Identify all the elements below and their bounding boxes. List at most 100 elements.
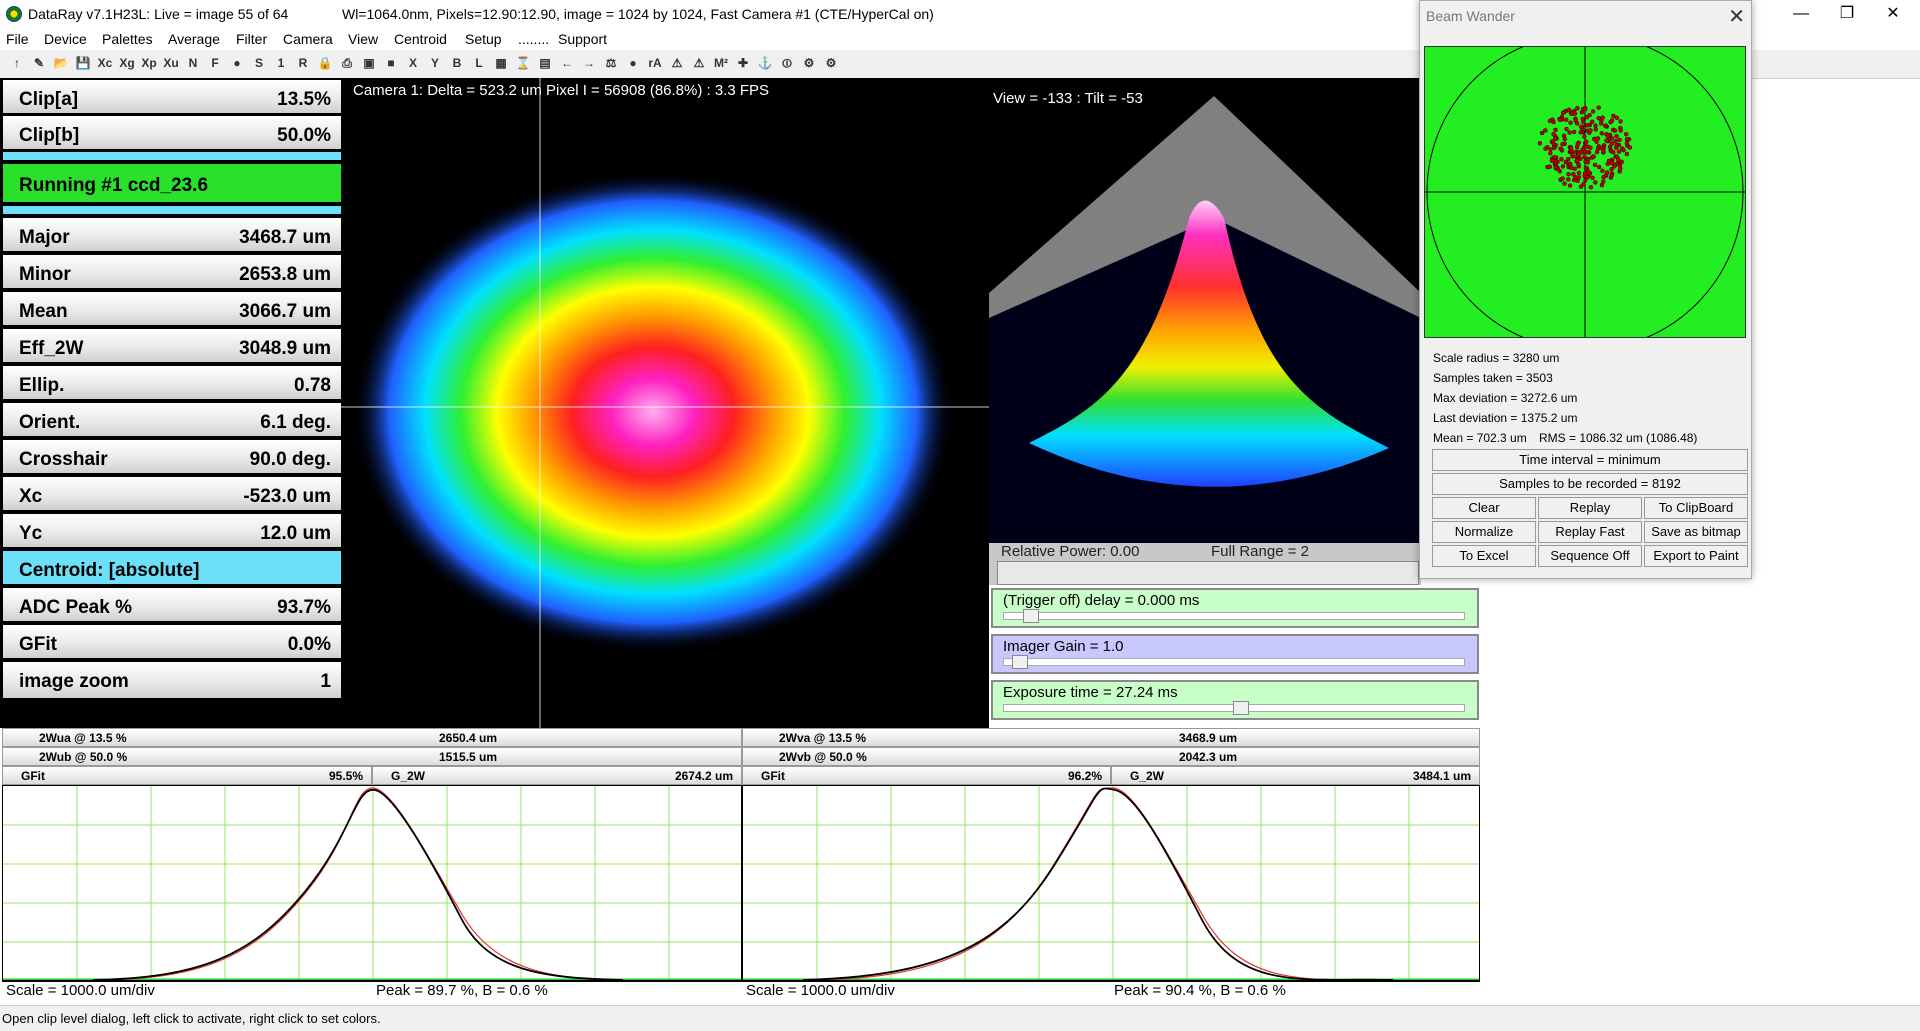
samples-to-record-button[interactable]: Samples to be recorded = 8192 xyxy=(1432,473,1748,495)
toolbar-icon-1[interactable]: ✎ xyxy=(30,54,48,72)
toolbar-icon-11[interactable]: S xyxy=(250,54,268,72)
toolbar-icon-29[interactable]: rA xyxy=(646,54,664,72)
toolbar-icon-25[interactable]: ← xyxy=(558,54,576,72)
toolbar-icon-27[interactable]: ⚖ xyxy=(602,54,620,72)
toolbar-icon-37[interactable]: ⚙ xyxy=(822,54,840,72)
toolbar-icon-4[interactable]: Xc xyxy=(96,54,114,72)
beam-2d-view[interactable]: Camera 1: Delta = 523.2 um Pixel I = 569… xyxy=(341,78,989,728)
beam-wander-window[interactable]: Beam Wander ✕ Scale radius = 3280 um Sam… xyxy=(1419,0,1752,579)
toolbar-icon-22[interactable]: ▦ xyxy=(492,54,510,72)
left-gfit-row[interactable]: GFit 95.5% xyxy=(2,766,372,785)
xc-row[interactable]: Xc -523.0 um xyxy=(3,477,341,512)
ellip-row[interactable]: Ellip. 0.78 xyxy=(3,366,341,401)
toolbar-icon-5[interactable]: Xg xyxy=(118,54,136,72)
toolbar-icon-33[interactable]: ✚ xyxy=(734,54,752,72)
time-interval-button[interactable]: Time interval = minimum xyxy=(1432,449,1748,471)
trigger-slider-thumb[interactable] xyxy=(1023,609,1039,623)
to-clipboard-button[interactable]: To ClipBoard xyxy=(1644,497,1748,519)
toolbar-icon-35[interactable]: ⏼ xyxy=(778,54,796,72)
crosshair-row[interactable]: Crosshair 90.0 deg. xyxy=(3,440,341,475)
yc-row[interactable]: Yc 12.0 um xyxy=(3,514,341,549)
beam-3d-view[interactable]: View = -133 : Tilt = -53 xyxy=(989,78,1421,543)
toolbar-icon-31[interactable]: ⚠ xyxy=(690,54,708,72)
toolbar-icon-18[interactable]: X xyxy=(404,54,422,72)
centroid-row[interactable]: Centroid: [absolute] xyxy=(3,551,341,586)
toolbar-icon-3[interactable]: 💾 xyxy=(74,54,92,72)
menu-palettes[interactable]: Palettes xyxy=(102,31,153,47)
gain-slider-thumb[interactable] xyxy=(1012,655,1029,669)
menu-centroid[interactable]: Centroid xyxy=(394,31,447,47)
toolbar-icon-8[interactable]: N xyxy=(184,54,202,72)
toolbar-icon-16[interactable]: ▣ xyxy=(360,54,378,72)
clear-button[interactable]: Clear xyxy=(1432,497,1536,519)
menu-setup[interactable]: Setup xyxy=(465,31,502,47)
toolbar-icon-9[interactable]: F xyxy=(206,54,224,72)
export-to-paint-button[interactable]: Export to Paint xyxy=(1644,545,1748,567)
gfit-row[interactable]: GFit 0.0% xyxy=(3,625,341,660)
menu-dots[interactable]: ........ xyxy=(518,31,549,47)
right-2wb-row[interactable]: 2Wvb @ 50.0 % 2042.3 um xyxy=(742,747,1480,766)
save-as-bitmap-button[interactable]: Save as bitmap xyxy=(1644,521,1748,543)
mean-row[interactable]: Mean 3066.7 um xyxy=(3,292,341,327)
right-gfit-row[interactable]: GFit 96.2% xyxy=(742,766,1111,785)
replay-button[interactable]: Replay xyxy=(1538,497,1642,519)
toolbar-icon-0[interactable]: ↑ xyxy=(8,54,26,72)
toolbar-icon-26[interactable]: → xyxy=(580,54,598,72)
toolbar-icon-17[interactable]: ■ xyxy=(382,54,400,72)
toolbar-icon-30[interactable]: ⚠ xyxy=(668,54,686,72)
beam-wander-close-button[interactable]: ✕ xyxy=(1728,4,1745,29)
toolbar-icon-15[interactable]: ⎙ xyxy=(338,54,356,72)
menu-support[interactable]: Support xyxy=(558,31,607,47)
zoom-row[interactable]: image zoom 1 xyxy=(3,662,341,700)
left-profile-plot[interactable] xyxy=(2,785,742,981)
exposure-slider-thumb[interactable] xyxy=(1233,701,1249,715)
orient-row[interactable]: Orient. 6.1 deg. xyxy=(3,403,341,438)
toolbar-icon-19[interactable]: Y xyxy=(426,54,444,72)
toolbar-icon-10[interactable]: ● xyxy=(228,54,246,72)
minor-row[interactable]: Minor 2653.8 um xyxy=(3,255,341,290)
toolbar-icon-21[interactable]: L xyxy=(470,54,488,72)
menu-device[interactable]: Device xyxy=(44,31,87,47)
toolbar-icon-34[interactable]: ⚓ xyxy=(756,54,774,72)
minimize-button[interactable]: — xyxy=(1778,0,1824,28)
replay-fast-button[interactable]: Replay Fast xyxy=(1538,521,1642,543)
toolbar-icon-23[interactable]: ⌛ xyxy=(514,54,532,72)
to-excel-button[interactable]: To Excel xyxy=(1432,545,1536,567)
restore-button[interactable]: ❐ xyxy=(1824,0,1870,28)
trigger-delay-slider[interactable]: (Trigger off) delay = 0.000 ms xyxy=(991,588,1479,628)
menu-view[interactable]: View xyxy=(348,31,378,47)
toolbar-icon-24[interactable]: ▤ xyxy=(536,54,554,72)
left-2wa-row[interactable]: 2Wua @ 13.5 % 2650.4 um xyxy=(2,728,742,747)
normalize-button[interactable]: Normalize xyxy=(1432,521,1536,543)
exposure-slider[interactable]: Exposure time = 27.24 ms xyxy=(991,680,1479,720)
left-g2w-row[interactable]: G_2W 2674.2 um xyxy=(372,766,742,785)
close-button[interactable]: ✕ xyxy=(1870,0,1916,28)
running-status[interactable]: Running #1 ccd_23.6 xyxy=(3,164,341,204)
clip-b-row[interactable]: Clip[b] 50.0% xyxy=(3,116,341,151)
toolbar-icon-28[interactable]: ● xyxy=(624,54,642,72)
toolbar-icon-32[interactable]: M² xyxy=(712,54,730,72)
menu-camera[interactable]: Camera xyxy=(283,31,333,47)
toolbar-icon-14[interactable]: 🔒 xyxy=(316,54,334,72)
gain-slider-track[interactable] xyxy=(1003,658,1465,666)
menu-file[interactable]: File xyxy=(6,31,29,47)
clip-a-row[interactable]: Clip[a] 13.5% xyxy=(3,80,341,115)
sequence-off-button[interactable]: Sequence Off xyxy=(1538,545,1642,567)
menu-filter[interactable]: Filter xyxy=(236,31,267,47)
right-profile-plot[interactable] xyxy=(742,785,1480,981)
toolbar-icon-2[interactable]: 📂 xyxy=(52,54,70,72)
left-2wb-row[interactable]: 2Wub @ 50.0 % 1515.5 um xyxy=(2,747,742,766)
trigger-slider-track[interactable] xyxy=(1003,612,1465,620)
toolbar-icon-36[interactable]: ⚙ xyxy=(800,54,818,72)
toolbar-icon-6[interactable]: Xp xyxy=(140,54,158,72)
toolbar-icon-13[interactable]: R xyxy=(294,54,312,72)
right-2wa-row[interactable]: 2Wva @ 13.5 % 3468.9 um xyxy=(742,728,1480,747)
toolbar-icon-7[interactable]: Xu xyxy=(162,54,180,72)
eff2w-row[interactable]: Eff_2W 3048.9 um xyxy=(3,329,341,364)
toolbar-icon-20[interactable]: B xyxy=(448,54,466,72)
toolbar-icon-12[interactable]: 1 xyxy=(272,54,290,72)
major-row[interactable]: Major 3468.7 um xyxy=(3,218,341,253)
adc-peak-row[interactable]: ADC Peak % 93.7% xyxy=(3,588,341,623)
menu-average[interactable]: Average xyxy=(168,31,220,47)
imager-gain-slider[interactable]: Imager Gain = 1.0 xyxy=(991,634,1479,674)
